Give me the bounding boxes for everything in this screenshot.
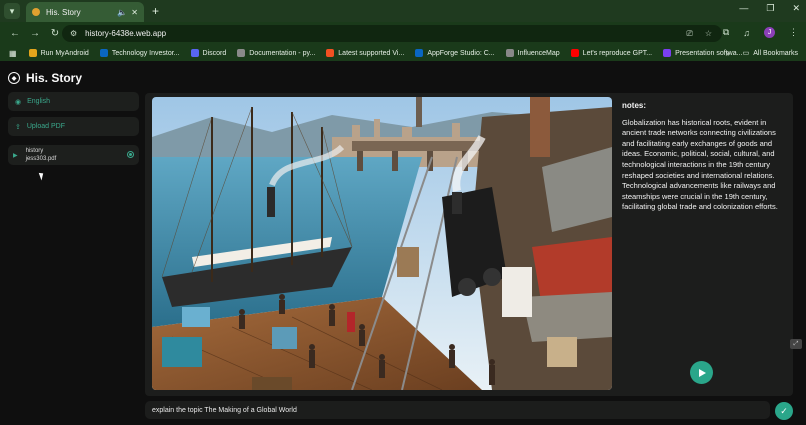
speaker-icon[interactable]: 🔈 (117, 8, 127, 17)
forward-icon[interactable]: → (30, 28, 40, 39)
all-bookmarks-label: All Bookmarks (753, 49, 798, 57)
bookmark-label: AppForge Studio: C... (427, 49, 495, 57)
bookmarks-bar: ▦ Run MyAndroid Technology Investor... Dis… (0, 45, 806, 61)
bookmark-item[interactable]: Documentation - py... (237, 49, 315, 57)
compass-logo-icon: ◆ (8, 72, 20, 84)
bookmark-item[interactable]: Run MyAndroid (28, 49, 89, 57)
bookmark-item[interactable]: AppForge Studio: C... (415, 49, 495, 57)
url-field[interactable]: ⚙ history-6438e.web.app ⎚ ☆ (62, 25, 722, 42)
app-brand: ◆ His. Story (8, 71, 82, 85)
url-text: history-6438e.web.app (85, 29, 167, 38)
bookmark-favicon-icon (326, 49, 335, 57)
profile-avatar[interactable]: J (764, 27, 775, 38)
bookmark-favicon-icon (28, 49, 37, 57)
globe-icon: ◉ (15, 98, 22, 106)
site-favicon-icon (32, 8, 40, 16)
bookmark-label: Technology Investor... (111, 49, 180, 57)
browser-tab[interactable]: His. Story 🔈 ✕ (26, 2, 144, 22)
window-controls: — ❐ ✕ (739, 3, 800, 14)
bookmark-favicon-icon (505, 49, 514, 57)
close-tab-icon[interactable]: ✕ (131, 8, 138, 17)
bookmark-label: InfluenceMap (517, 49, 560, 57)
restore-icon[interactable]: ❐ (766, 3, 774, 14)
new-tab-icon[interactable]: + (152, 4, 159, 18)
file-filename: jess303.pdf (25, 156, 57, 162)
all-bookmarks-button[interactable]: ▭ All Bookmarks (742, 49, 798, 58)
historical-port-illustration (152, 97, 612, 390)
browser-tab-bar: ▾ His. Story 🔈 ✕ + — ❐ ✕ (0, 0, 806, 22)
file-selected-radio[interactable] (127, 151, 134, 158)
language-button[interactable]: ◉ English (8, 92, 139, 111)
menu-kebab-icon[interactable]: ⋮ (789, 27, 798, 38)
site-settings-icon[interactable]: ⚙ (70, 29, 77, 38)
folder-icon: ▭ (742, 50, 750, 57)
check-icon: ✓ (780, 405, 788, 416)
bookmark-item[interactable]: Let's reproduce GPT... (570, 49, 653, 57)
media-controls-icon[interactable]: ♫ (743, 28, 750, 38)
expand-icon[interactable]: ⤢ (790, 339, 802, 349)
app-title: His. Story (26, 71, 83, 85)
file-name: history (25, 148, 44, 154)
bookmark-label: Let's reproduce GPT... (582, 49, 653, 57)
address-bar: ← → ↻ ⚙ history-6438e.web.app ⎚ ☆ ⧉ ♫ J … (0, 22, 806, 45)
back-icon[interactable]: ← (10, 28, 20, 39)
bookmark-label: Documentation - py... (249, 49, 316, 57)
notes-heading: notes: (622, 101, 646, 110)
file-list-item[interactable]: ▶ history jess303.pdf (8, 145, 139, 165)
minimize-icon[interactable]: — (739, 3, 748, 14)
prompt-input[interactable]: explain the topic The Making of a Global… (145, 401, 770, 419)
play-button[interactable] (690, 361, 713, 384)
bookmark-item[interactable]: Technology Investor... (99, 49, 180, 57)
upload-icon: ⇪ (15, 123, 21, 131)
bookmark-item[interactable]: Latest supported Vi... (326, 49, 404, 57)
reload-icon[interactable]: ↻ (50, 28, 60, 39)
mouse-cursor-icon (38, 171, 46, 181)
prompt-value: explain the topic The Making of a Global… (152, 406, 297, 414)
bookmark-favicon-icon (190, 49, 199, 57)
submit-check-button[interactable]: ✓ (775, 402, 793, 420)
content-panel: notes: Globalization has historical root… (145, 93, 793, 396)
notes-text: Globalization has historical roots, evid… (622, 117, 778, 212)
close-window-icon[interactable]: ✕ (792, 3, 800, 14)
bookmark-favicon-icon (663, 49, 672, 57)
caret-right-icon[interactable]: ▶ (13, 152, 18, 159)
language-label: English (27, 98, 51, 105)
upload-pdf-button[interactable]: ⇪ Upload PDF (8, 117, 139, 136)
apps-grid-icon[interactable]: ▦ (9, 49, 17, 58)
bookmark-item[interactable]: Discord (190, 49, 227, 57)
bookmark-label: Run MyAndroid (40, 49, 89, 57)
app-root: ◆ His. Story ◉ English ⇪ Upload PDF ▶ hi… (0, 61, 806, 425)
tab-title: His. Story (46, 7, 81, 17)
upload-label: Upload PDF (26, 123, 66, 130)
bookmark-label: Discord (202, 49, 227, 57)
install-app-icon[interactable]: ⎚ (686, 29, 692, 39)
bookmark-star-icon[interactable]: ☆ (705, 29, 712, 39)
bookmark-label: Latest supported Vi... (338, 49, 405, 57)
bookmark-label: Presentation softwa... (675, 49, 743, 57)
more-bookmarks-icon[interactable]: » (726, 49, 730, 58)
bookmark-favicon-icon (415, 49, 424, 57)
bookmark-favicon-icon (99, 49, 108, 57)
bookmark-favicon-icon (570, 49, 579, 57)
tab-search-icon[interactable]: ▾ (4, 3, 20, 19)
extensions-icon[interactable]: ⧉ (723, 27, 729, 38)
bookmark-favicon-icon (237, 49, 246, 57)
bookmark-item[interactable]: InfluenceMap (505, 49, 560, 57)
notes-section: notes: Globalization has historical root… (622, 101, 784, 213)
bookmark-item[interactable]: Presentation softwa... (663, 49, 742, 57)
